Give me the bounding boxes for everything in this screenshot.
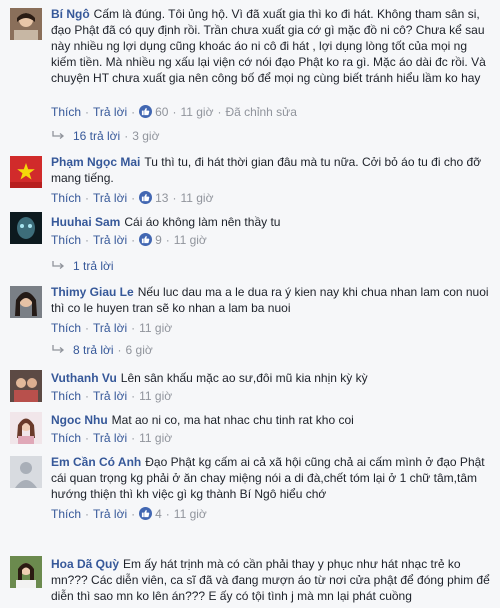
reply-button[interactable]: Trả lời bbox=[93, 431, 127, 445]
like-button[interactable]: Thích bbox=[51, 191, 81, 205]
like-button[interactable]: Thích bbox=[51, 105, 81, 119]
comment-actions: Thích · Trả lời · 11 giờ bbox=[51, 389, 173, 403]
comment-actions: Thích · Trả lời · 11 giờ bbox=[51, 321, 173, 335]
comment-actions: Thích · Trả lời · 13 · 11 giờ bbox=[51, 191, 214, 205]
like-count[interactable]: 9 bbox=[139, 233, 162, 247]
avatar[interactable] bbox=[10, 556, 42, 588]
edited-label[interactable]: Đã chỉnh sửa bbox=[225, 105, 296, 119]
avatar[interactable] bbox=[10, 370, 42, 402]
reply-button[interactable]: Trả lời bbox=[93, 321, 127, 335]
comment-actions: Thích · Trả lời · 9 · 11 giờ bbox=[51, 233, 207, 247]
thumbs-up-icon bbox=[139, 507, 153, 520]
comment-author[interactable]: Bí Ngô bbox=[51, 7, 90, 21]
comment-author[interactable]: Huuhai Sam bbox=[51, 215, 120, 229]
comment-author[interactable]: Vuthanh Vu bbox=[51, 371, 117, 385]
separator: · bbox=[131, 105, 136, 119]
separator: · bbox=[85, 105, 90, 119]
reply-button[interactable]: Trả lời bbox=[93, 105, 127, 119]
like-count[interactable]: 4 bbox=[139, 507, 162, 521]
timestamp[interactable]: 11 giờ bbox=[174, 233, 207, 247]
avatar[interactable] bbox=[10, 456, 42, 488]
thumbs-up-icon bbox=[139, 233, 153, 246]
comment-actions: Thích · Trả lời · 4 · 11 giờ bbox=[51, 507, 207, 521]
timestamp[interactable]: 11 giờ bbox=[180, 105, 213, 119]
comment-text: Cái áo không làm nên thầy tu bbox=[124, 215, 281, 229]
like-count[interactable]: 60 bbox=[139, 105, 168, 119]
separator: · bbox=[172, 105, 177, 119]
timestamp[interactable]: 11 giờ bbox=[139, 321, 172, 335]
timestamp[interactable]: 11 giờ bbox=[180, 191, 213, 205]
avatar[interactable] bbox=[10, 8, 42, 40]
thumbs-up-icon bbox=[139, 105, 153, 118]
like-button[interactable]: Thích bbox=[51, 389, 81, 403]
like-button[interactable]: Thích bbox=[51, 233, 81, 247]
separator: · bbox=[217, 105, 222, 119]
comment-author[interactable]: Hoa Dã Quỳ bbox=[51, 557, 119, 571]
timestamp[interactable]: 11 giờ bbox=[139, 431, 172, 445]
comment-text: Lên sân khấu mặc ao sư,đôi mũ kia nhịn k… bbox=[120, 371, 368, 385]
comment-author[interactable]: Phạm Ngọc Mai bbox=[51, 155, 140, 169]
avatar[interactable] bbox=[10, 412, 42, 444]
comment-text: Cấm là đúng. Tôi ủng hộ. Vì đã xuất gia … bbox=[51, 7, 486, 85]
avatar[interactable] bbox=[10, 212, 42, 244]
like-button[interactable]: Thích bbox=[51, 507, 81, 521]
reply-button[interactable]: Trả lời bbox=[93, 233, 127, 247]
like-button[interactable]: Thích bbox=[51, 431, 81, 445]
comment-author[interactable]: Em Cần Có Anh bbox=[51, 455, 141, 469]
reply-arrow-icon bbox=[52, 345, 65, 353]
comment-author[interactable]: Thimy Giau Le bbox=[51, 285, 134, 299]
like-button[interactable]: Thích bbox=[51, 321, 81, 335]
view-replies-link[interactable]: 16 trả lời · 3 giờ bbox=[51, 128, 159, 144]
reply-arrow-icon bbox=[52, 261, 65, 269]
timestamp[interactable]: 11 giờ bbox=[174, 507, 207, 521]
thumbs-up-icon bbox=[139, 191, 153, 204]
reply-button[interactable]: Trả lời bbox=[93, 507, 127, 521]
comment-thread: Bí Ngô Cấm là đúng. Tôi ủng hộ. Vì đã xuấ… bbox=[0, 0, 500, 608]
comment-actions: Thích · Trả lời · 11 giờ bbox=[51, 431, 173, 445]
timestamp[interactable]: 11 giờ bbox=[139, 389, 172, 403]
comment-author[interactable]: Ngoc Nhu bbox=[51, 413, 108, 427]
view-replies-link[interactable]: 8 trả lời · 6 giờ bbox=[51, 342, 153, 358]
comment-text: Mat ao ni co, ma hat nhac chu tinh rat k… bbox=[111, 413, 354, 427]
reply-button[interactable]: Trả lời bbox=[93, 389, 127, 403]
avatar[interactable] bbox=[10, 156, 42, 188]
reply-button[interactable]: Trả lời bbox=[93, 191, 127, 205]
like-count[interactable]: 13 bbox=[139, 191, 168, 205]
view-replies-link[interactable]: 1 trả lời bbox=[51, 258, 114, 274]
reply-arrow-icon bbox=[52, 131, 65, 139]
comment-actions: Thích · Trả lời · 60 · 11 giờ · Đã chỉnh sửa bbox=[51, 104, 297, 120]
avatar[interactable] bbox=[10, 286, 42, 318]
